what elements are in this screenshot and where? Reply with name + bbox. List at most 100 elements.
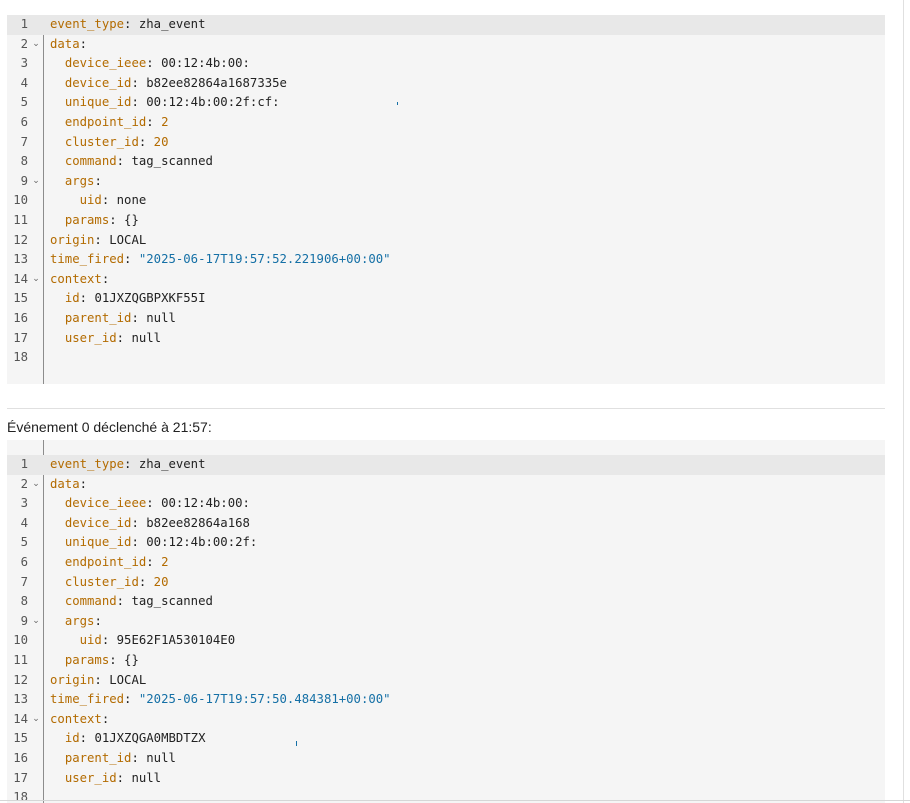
- text-cursor-mark: [397, 102, 398, 105]
- code-line[interactable]: 15 id: 01JXZQGA0MBDTZX: [7, 729, 885, 749]
- chevron-down-icon[interactable]: ⌄: [31, 270, 41, 290]
- yaml-key: endpoint_id: [64, 554, 147, 569]
- yaml-punct: :: [79, 476, 88, 491]
- yaml-key: command: [64, 594, 117, 609]
- code-line[interactable]: 13 time_fired: "2025-06-17T19:57:52.22190…: [7, 250, 885, 270]
- chevron-down-icon[interactable]: ⌄: [31, 710, 41, 730]
- code-line[interactable]: 6 endpoint_id: 2: [7, 553, 885, 573]
- yaml-punct: [50, 76, 65, 90]
- code-line[interactable]: 5 unique_id: 00:12:4b:00:2f:cf:: [7, 93, 885, 113]
- yaml-code-editor[interactable]: 1 event_type: zha_event 2 ⌄ data: 3 device_ie…: [7, 15, 885, 384]
- code-line[interactable]: 9 ⌄ args:: [7, 612, 885, 632]
- yaml-punct: [50, 594, 65, 608]
- line-number: 4: [20, 75, 28, 90]
- yaml-punct: [50, 193, 80, 207]
- line-content: args:: [50, 612, 102, 632]
- scroll-divider: [903, 0, 904, 803]
- line-number: 18: [13, 350, 28, 365]
- code-line[interactable]: 10 uid: none: [7, 191, 885, 211]
- line-number: 3: [20, 56, 28, 71]
- code-line[interactable]: 17 user_id: null: [7, 329, 885, 349]
- line-number: 1: [20, 17, 28, 31]
- code-line[interactable]: 11 params: {}: [7, 211, 885, 231]
- code-line[interactable]: 12 origin: LOCAL: [7, 231, 885, 251]
- line-number: 4: [20, 515, 28, 530]
- line-content: parent_id: null: [50, 749, 176, 769]
- code-line[interactable]: 2 ⌄ data:: [7, 35, 885, 55]
- yaml-punct: [50, 291, 65, 305]
- line-number: 13: [13, 252, 28, 267]
- yaml-key: time_fired: [50, 252, 125, 267]
- yaml-punct: :: [79, 36, 88, 51]
- code-line[interactable]: 4 device_id: b82ee82864a1687335e: [7, 74, 885, 94]
- chevron-down-icon[interactable]: ⌄: [31, 172, 41, 192]
- yaml-punct: :: [116, 154, 132, 169]
- code-line[interactable]: 1 event_type: zha_event: [7, 455, 885, 475]
- yaml-key: device_id: [64, 515, 132, 530]
- line-number: 14: [13, 271, 28, 286]
- yaml-string: "2025-06-17T19:57:50.484381+00:00": [138, 692, 391, 707]
- code-line[interactable]: 15 id: 01JXZQGBPXKF55I: [7, 289, 885, 309]
- yaml-punct: [50, 516, 65, 530]
- code-line[interactable]: 12 origin: LOCAL: [7, 671, 885, 691]
- line-content: context:: [50, 710, 109, 730]
- yaml-punct: :: [101, 271, 110, 286]
- code-line[interactable]: 8 command: tag_scanned: [7, 152, 885, 172]
- code-line[interactable]: 18: [7, 348, 885, 368]
- code-line[interactable]: 7 cluster_id: 20: [7, 133, 885, 153]
- code-line[interactable]: 7 cluster_id: 20: [7, 573, 885, 593]
- code-line[interactable]: 10 uid: 95E62F1A530104E0: [7, 631, 885, 651]
- chevron-down-icon[interactable]: ⌄: [31, 612, 41, 632]
- line-content: parent_id: null: [50, 309, 176, 329]
- code-line[interactable]: 3 device_ieee: 00:12:4b:00:: [7, 54, 885, 74]
- code-line[interactable]: 5 unique_id: 00:12:4b:00:2f:: [7, 533, 885, 553]
- yaml-value: zha_event: [138, 457, 206, 471]
- code-line[interactable]: 16 parent_id: null: [7, 309, 885, 329]
- line-number: 5: [20, 95, 28, 110]
- event-divider: [7, 408, 885, 409]
- yaml-punct: [50, 311, 65, 325]
- yaml-key: data: [50, 476, 80, 491]
- code-line[interactable]: 14 ⌄ context:: [7, 710, 885, 730]
- code-line[interactable]: 4 device_id: b82ee82864a168: [7, 514, 885, 534]
- chevron-down-icon[interactable]: ⌄: [31, 475, 41, 495]
- code-line[interactable]: 8 command: tag_scanned: [7, 592, 885, 612]
- yaml-punct: :: [94, 613, 102, 628]
- code-line[interactable]: 6 endpoint_id: 2: [7, 113, 885, 133]
- line-number: 8: [20, 154, 28, 169]
- code-line[interactable]: 9 ⌄ args:: [7, 172, 885, 192]
- line-content: event_type: zha_event: [50, 455, 206, 475]
- yaml-value: 00:12:4b:00:2f:: [146, 535, 258, 550]
- code-line[interactable]: 14 ⌄ context:: [7, 270, 885, 290]
- yaml-value: null: [146, 750, 176, 765]
- yaml-key: id: [64, 731, 80, 746]
- code-line[interactable]: 1 event_type: zha_event: [7, 15, 885, 35]
- code-line[interactable]: 11 params: {}: [7, 651, 885, 671]
- chevron-down-icon[interactable]: ⌄: [31, 35, 41, 55]
- yaml-punct: :: [131, 310, 147, 325]
- yaml-value: null: [146, 310, 176, 325]
- line-number: 16: [13, 750, 28, 765]
- line-content: args:: [50, 172, 102, 192]
- line-content: unique_id: 00:12:4b:00:2f:: [50, 533, 258, 553]
- code-line[interactable]: 2 ⌄ data:: [7, 475, 885, 495]
- yaml-punct: [50, 535, 65, 549]
- line-content: endpoint_id: 2: [50, 553, 169, 573]
- code-lines: 1 event_type: zha_event 2 ⌄ data: 3 device_ie…: [7, 455, 885, 803]
- code-line[interactable]: 17 user_id: null: [7, 769, 885, 789]
- line-content: device_ieee: 00:12:4b:00:: [50, 54, 250, 74]
- yaml-key: uid: [79, 633, 102, 648]
- line-number: 10: [13, 633, 28, 648]
- yaml-punct: :: [79, 731, 95, 746]
- code-line[interactable]: 13 time_fired: "2025-06-17T19:57:50.48438…: [7, 690, 885, 710]
- line-number: 9: [20, 173, 28, 188]
- line-content: params: {}: [50, 651, 139, 671]
- line-number: 5: [20, 535, 28, 550]
- code-line[interactable]: 16 parent_id: null: [7, 749, 885, 769]
- yaml-key: cluster_id: [64, 134, 139, 149]
- code-line[interactable]: 3 device_ieee: 00:12:4b:00:: [7, 494, 885, 514]
- yaml-punct: [50, 135, 65, 149]
- yaml-punct: [50, 731, 65, 745]
- yaml-punct: :: [138, 574, 154, 589]
- yaml-code-editor[interactable]: 1 event_type: zha_event 2 ⌄ data: 3 device_ie…: [7, 440, 885, 803]
